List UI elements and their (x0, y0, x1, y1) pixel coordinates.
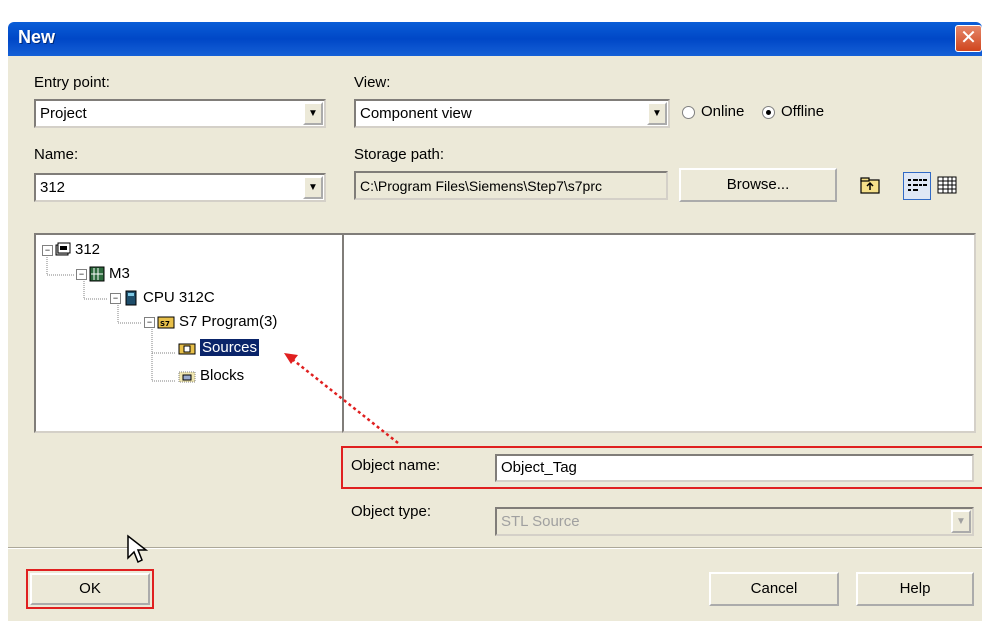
tree-label: M3 (109, 265, 130, 282)
object-name-label: Object name: (351, 457, 441, 474)
offline-label: Offline (781, 103, 825, 120)
project-icon (55, 242, 71, 256)
tree-item[interactable]: − 312 (42, 241, 100, 258)
tree-item[interactable]: − M3 (76, 265, 130, 282)
close-button[interactable]: ✕ (955, 25, 982, 52)
name-value: 312 (40, 179, 66, 196)
object-name-input[interactable]: Object_Tag (495, 454, 974, 482)
collapse-icon[interactable]: − (76, 268, 87, 280)
chevron-down-icon[interactable]: ▼ (303, 102, 323, 125)
view-select[interactable]: Component view ▼ (354, 99, 670, 128)
collapse-icon[interactable]: − (110, 292, 121, 304)
station-icon (89, 266, 105, 282)
online-radio[interactable] (682, 106, 695, 119)
sources-folder-icon (178, 343, 196, 355)
dialog-body: Entry point: Project ▼ View: Component v… (8, 56, 982, 621)
browse-button[interactable]: Browse... (679, 168, 837, 202)
list-view-button[interactable] (903, 172, 931, 200)
tree-label: Sources (200, 339, 260, 356)
chevron-down-icon[interactable]: ▼ (951, 510, 971, 533)
name-label: Name: (34, 146, 79, 163)
cancel-button[interactable]: Cancel (709, 572, 839, 606)
contents-panel[interactable] (342, 233, 976, 433)
entry-point-select[interactable]: Project ▼ (34, 99, 326, 128)
collapse-icon[interactable]: − (42, 244, 53, 256)
separator (8, 547, 982, 549)
details-view-icon (937, 176, 957, 194)
tree-item-selected[interactable]: Sources (176, 339, 260, 356)
folder-up-icon (860, 177, 880, 194)
chevron-down-icon[interactable]: ▼ (303, 176, 323, 199)
tree-item[interactable]: − CPU 312C (110, 289, 215, 306)
entry-point-label: Entry point: (34, 74, 110, 91)
tree-item[interactable]: Blocks (176, 367, 244, 384)
annotation-arrow (284, 353, 399, 444)
name-select[interactable]: 312 ▼ (34, 173, 326, 202)
up-folder-button[interactable] (856, 172, 884, 200)
tree-item[interactable]: − S7 S7 Program(3) (144, 313, 277, 330)
storage-path-value: C:\Program Files\Siemens\Step7\s7prc (360, 178, 602, 194)
online-label: Online (701, 103, 745, 120)
view-value: Component view (360, 105, 472, 122)
title-bar: New ✕ (8, 22, 982, 56)
tree-label: Blocks (200, 367, 245, 384)
storage-path-label: Storage path: (354, 146, 445, 163)
tree-label: CPU 312C (143, 289, 215, 306)
object-type-label: Object type: (351, 503, 432, 520)
help-button[interactable]: Help (856, 572, 974, 606)
window-title: New (18, 27, 56, 47)
cpu-icon (125, 290, 137, 306)
object-name-value: Object_Tag (501, 459, 577, 476)
storage-path-field[interactable]: C:\Program Files\Siemens\Step7\s7prc (354, 171, 668, 200)
tree-label: 312 (75, 241, 101, 258)
offline-radio[interactable] (762, 106, 775, 119)
s7-program-icon: S7 (157, 316, 175, 329)
entry-point-value: Project (40, 105, 87, 122)
blocks-folder-icon (178, 371, 196, 383)
ok-button[interactable]: OK (30, 573, 150, 605)
object-type-value: STL Source (501, 513, 580, 530)
object-type-select[interactable]: STL Source ▼ (495, 507, 974, 536)
chevron-down-icon[interactable]: ▼ (647, 102, 667, 125)
collapse-icon[interactable]: − (144, 316, 155, 328)
details-view-button[interactable] (934, 172, 962, 200)
list-view-icon (908, 179, 927, 191)
mouse-cursor-icon (127, 534, 149, 564)
tree-label: S7 Program(3) (179, 313, 278, 330)
svg-text:S7: S7 (160, 320, 170, 328)
view-label: View: (354, 74, 391, 91)
